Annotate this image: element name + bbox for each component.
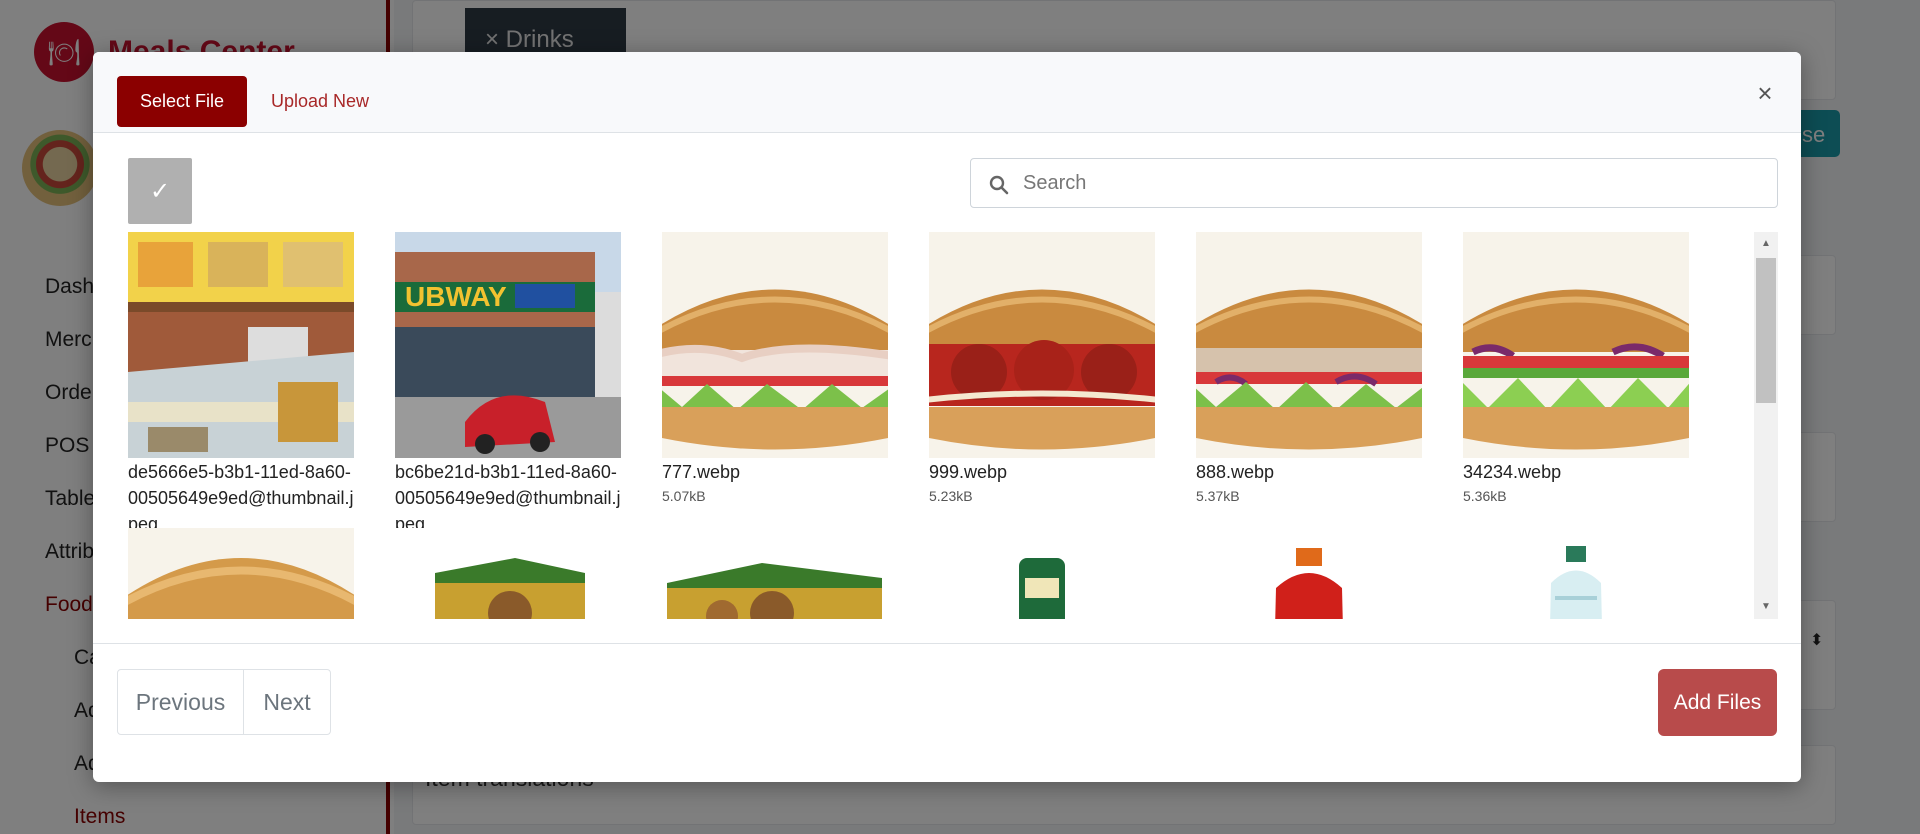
file-tile[interactable] xyxy=(395,528,621,619)
add-files-button[interactable]: Add Files xyxy=(1658,669,1777,736)
file-tile[interactable] xyxy=(662,528,888,619)
file-thumbnail[interactable] xyxy=(1196,232,1422,458)
file-thumbnail[interactable] xyxy=(929,232,1155,458)
modal-header: Select File Upload New × xyxy=(93,52,1801,133)
file-name: 777.webp xyxy=(662,462,741,482)
file-thumbnail[interactable] xyxy=(128,232,354,458)
search-icon xyxy=(989,175,1009,195)
select-file-tab[interactable]: Select File xyxy=(117,76,247,127)
select-all-checkbox[interactable]: ✓ xyxy=(128,158,192,224)
file-grid: de5666e5-b3b1-11ed-8a60-00505649e9ed@thu… xyxy=(128,232,1746,619)
close-button[interactable]: × xyxy=(1750,78,1780,108)
next-button[interactable]: Next xyxy=(244,670,330,734)
search-input[interactable] xyxy=(1023,159,1763,207)
previous-button[interactable]: Previous xyxy=(118,670,244,734)
checkmark-icon: ✓ xyxy=(149,177,171,205)
file-size: 5.37kB xyxy=(1196,488,1240,504)
file-thumbnail[interactable]: UBWAY xyxy=(395,232,621,458)
file-name: 888.webp xyxy=(1196,462,1275,482)
file-name: 999.webp xyxy=(929,462,1008,482)
file-tile[interactable]: 999.webp 5.23kB xyxy=(929,232,1155,504)
file-size: 5.07kB xyxy=(662,488,706,504)
file-thumbnail[interactable] xyxy=(1463,232,1689,458)
svg-text:UBWAY: UBWAY xyxy=(405,281,507,312)
file-thumbnail[interactable] xyxy=(1196,528,1422,619)
modal-footer: Previous Next Add Files xyxy=(93,643,1801,782)
file-size: 5.23kB xyxy=(929,488,973,504)
upload-new-tab[interactable]: Upload New xyxy=(271,76,369,127)
file-thumbnail[interactable] xyxy=(395,528,621,619)
file-tile[interactable]: 777.webp 5.07kB xyxy=(662,232,888,504)
file-tile[interactable] xyxy=(929,528,1155,619)
file-thumbnail[interactable] xyxy=(929,528,1155,619)
grid-scrollbar[interactable]: ▲ ▼ xyxy=(1754,232,1778,619)
file-name: bc6be21d-b3b1-11ed-8a60-00505649e9ed@thu… xyxy=(395,462,621,534)
scrollbar-thumb[interactable] xyxy=(1756,258,1776,403)
file-tile[interactable]: 888.webp 5.37kB xyxy=(1196,232,1422,504)
file-thumbnail[interactable] xyxy=(662,232,888,458)
file-tile[interactable] xyxy=(1463,528,1689,619)
file-tile[interactable] xyxy=(128,528,354,619)
file-tile[interactable]: UBWAY bc6be21d-b3b1-11ed-8a60-00505649e9e… xyxy=(395,232,621,537)
file-tile[interactable]: 34234.webp 5.36kB xyxy=(1463,232,1689,504)
file-thumbnail[interactable] xyxy=(1463,528,1689,619)
file-thumbnail[interactable] xyxy=(128,528,354,619)
file-name: 34234.webp xyxy=(1463,462,1562,482)
file-thumbnail[interactable] xyxy=(662,528,888,619)
scroll-up-icon[interactable]: ▲ xyxy=(1754,232,1778,256)
scroll-down-icon[interactable]: ▼ xyxy=(1754,595,1778,619)
file-tile[interactable] xyxy=(1196,528,1422,619)
file-manager-modal: Select File Upload New × ✓ de5666e5-b3b1… xyxy=(93,52,1801,782)
search-box xyxy=(970,158,1778,208)
file-tile[interactable]: de5666e5-b3b1-11ed-8a60-00505649e9ed@thu… xyxy=(128,232,354,537)
pagination: Previous Next xyxy=(117,669,331,735)
file-size: 5.36kB xyxy=(1463,488,1507,504)
file-name: de5666e5-b3b1-11ed-8a60-00505649e9ed@thu… xyxy=(128,462,354,534)
